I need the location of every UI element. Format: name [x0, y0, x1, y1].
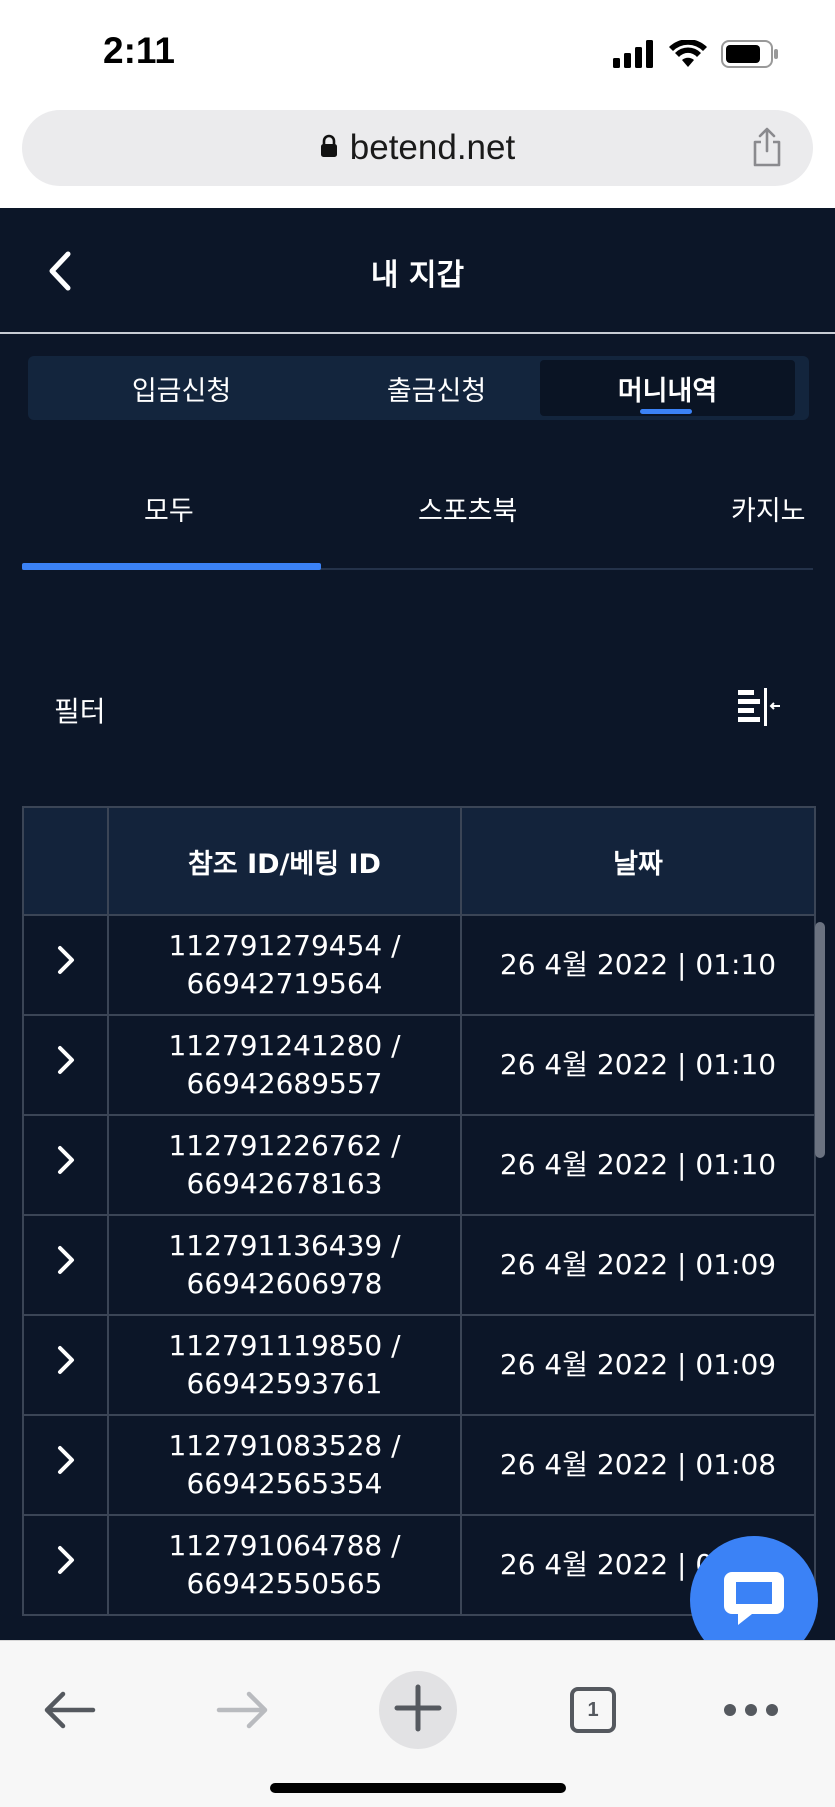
signal-icon: [613, 40, 655, 72]
ref-id: 112791241280 /: [168, 1029, 401, 1062]
wallet-app: 내 지갑 입금신청 출금신청 머니내역 모두 스포츠북 카지노 필터 참조 ID…: [0, 208, 835, 1640]
category-tabs: 모두 스포츠북 카지노: [0, 458, 835, 568]
header-expand: [22, 806, 109, 916]
wallet-tabs: 입금신청 출금신청 머니내역: [28, 356, 809, 420]
table-row[interactable]: 112791226762 / 66942678163 26 4월 2022 | 01…: [22, 1114, 816, 1216]
date-cell: 26 4월 2022 | 01:08: [460, 1414, 816, 1516]
tab-count: 1: [570, 1687, 616, 1733]
app-header: 내 지갑: [0, 208, 835, 334]
date-cell: 26 4월 2022 | 01:10: [460, 914, 816, 1016]
expand-cell[interactable]: [22, 1214, 109, 1316]
ref-bet-id-cell: 112791241280 / 66942689557: [107, 1014, 462, 1116]
status-time: 2:11: [103, 30, 176, 71]
expand-cell[interactable]: [22, 1014, 109, 1116]
page-title: 내 지갑: [370, 258, 465, 293]
home-indicator: [270, 1783, 566, 1793]
status-icons: [613, 39, 779, 72]
bet-id: 66942719564: [186, 967, 383, 1000]
address-bar[interactable]: betend.net: [22, 110, 813, 186]
chat-bubble-icon: [722, 1568, 786, 1632]
expand-cell[interactable]: [22, 914, 109, 1016]
bet-id: 66942550565: [186, 1567, 383, 1600]
ref-bet-id-cell: 112791119850 / 66942593761: [107, 1314, 462, 1416]
table-row[interactable]: 112791083528 / 66942565354 26 4월 2022 | 01…: [22, 1414, 816, 1516]
table-row[interactable]: 112791119850 / 66942593761 26 4월 2022 | 01…: [22, 1314, 816, 1416]
active-tab-indicator: [22, 563, 321, 570]
browser-toolbar: 1: [0, 1640, 835, 1807]
url-text: betend.net: [349, 128, 516, 167]
table-row[interactable]: 112791241280 / 66942689557 26 4월 2022 | 01…: [22, 1014, 816, 1116]
ref-bet-id-cell: 112791064788 / 66942550565: [107, 1514, 462, 1616]
ref-bet-id-cell: 112791279454 / 66942719564: [107, 914, 462, 1016]
expand-cell[interactable]: [22, 1514, 109, 1616]
header-date: 날짜: [460, 806, 816, 916]
expand-cell[interactable]: [22, 1314, 109, 1416]
ref-bet-id-cell: 112791136439 / 66942606978: [107, 1214, 462, 1316]
new-tab-button[interactable]: [378, 1671, 458, 1749]
bet-id: 66942565354: [186, 1467, 383, 1500]
bet-id: 66942593761: [186, 1367, 383, 1400]
history-table: 참조 ID/베팅 ID 날짜 112791279454 / 66942719564…: [22, 806, 816, 1616]
forward-arrow-icon[interactable]: [212, 1673, 274, 1747]
ref-id: 112791064788 /: [168, 1529, 401, 1562]
tab-withdraw[interactable]: 출금신청: [309, 360, 564, 416]
ref-id: 112791136439 /: [168, 1229, 401, 1262]
expand-cell[interactable]: [22, 1114, 109, 1216]
battery-icon: [721, 40, 779, 72]
plus-icon: [393, 1683, 443, 1737]
bet-id: 66942606978: [186, 1267, 383, 1300]
chevron-right-icon[interactable]: [56, 1046, 76, 1082]
table-row[interactable]: 112791279454 / 66942719564 26 4월 2022 | 01…: [22, 914, 816, 1016]
bet-id: 66942689557: [186, 1067, 383, 1100]
wifi-icon: [669, 39, 707, 72]
more-icon[interactable]: [720, 1673, 782, 1747]
subtab-all[interactable]: 모두: [144, 458, 194, 558]
back-arrow-icon[interactable]: [38, 1673, 100, 1747]
chevron-right-icon[interactable]: [56, 1246, 76, 1282]
chevron-right-icon[interactable]: [56, 1346, 76, 1382]
table-row[interactable]: 112791136439 / 66942606978 26 4월 2022 | 01…: [22, 1214, 816, 1316]
ref-id: 112791119850 /: [168, 1329, 401, 1362]
subtab-casino[interactable]: 카지노: [731, 458, 806, 558]
lock-icon: [320, 134, 338, 162]
ref-bet-id-cell: 112791226762 / 66942678163: [107, 1114, 462, 1216]
chevron-right-icon[interactable]: [56, 1446, 76, 1482]
tab-deposit[interactable]: 입금신청: [54, 360, 309, 416]
header-ref-id: 참조 ID/베팅 ID: [107, 806, 462, 916]
ref-id: 112791279454 /: [168, 929, 401, 962]
filter-label: 필터: [54, 695, 106, 728]
date-cell: 26 4월 2022 | 01:10: [460, 1014, 816, 1116]
tab-money-history[interactable]: 머니내역: [540, 360, 795, 416]
chevron-right-icon[interactable]: [56, 1146, 76, 1182]
chevron-right-icon[interactable]: [56, 946, 76, 982]
date-cell: 26 4월 2022 | 01:09: [460, 1314, 816, 1416]
ref-bet-id-cell: 112791083528 / 66942565354: [107, 1414, 462, 1516]
ref-id: 112791083528 /: [168, 1429, 401, 1462]
scrollbar[interactable]: [815, 922, 825, 1158]
subtab-sportsbook[interactable]: 스포츠북: [418, 458, 517, 558]
filter-icon[interactable]: [736, 686, 782, 732]
tabs-button[interactable]: 1: [568, 1673, 618, 1747]
date-cell: 26 4월 2022 | 01:09: [460, 1214, 816, 1316]
ref-id: 112791226762 /: [168, 1129, 401, 1162]
date-cell: 26 4월 2022 | 01:10: [460, 1114, 816, 1216]
table-header-row: 참조 ID/베팅 ID 날짜: [22, 806, 816, 916]
bet-id: 66942678163: [186, 1167, 383, 1200]
chevron-right-icon[interactable]: [56, 1546, 76, 1582]
share-icon[interactable]: [751, 127, 783, 171]
expand-cell[interactable]: [22, 1414, 109, 1516]
status-bar: 2:11: [0, 0, 835, 106]
